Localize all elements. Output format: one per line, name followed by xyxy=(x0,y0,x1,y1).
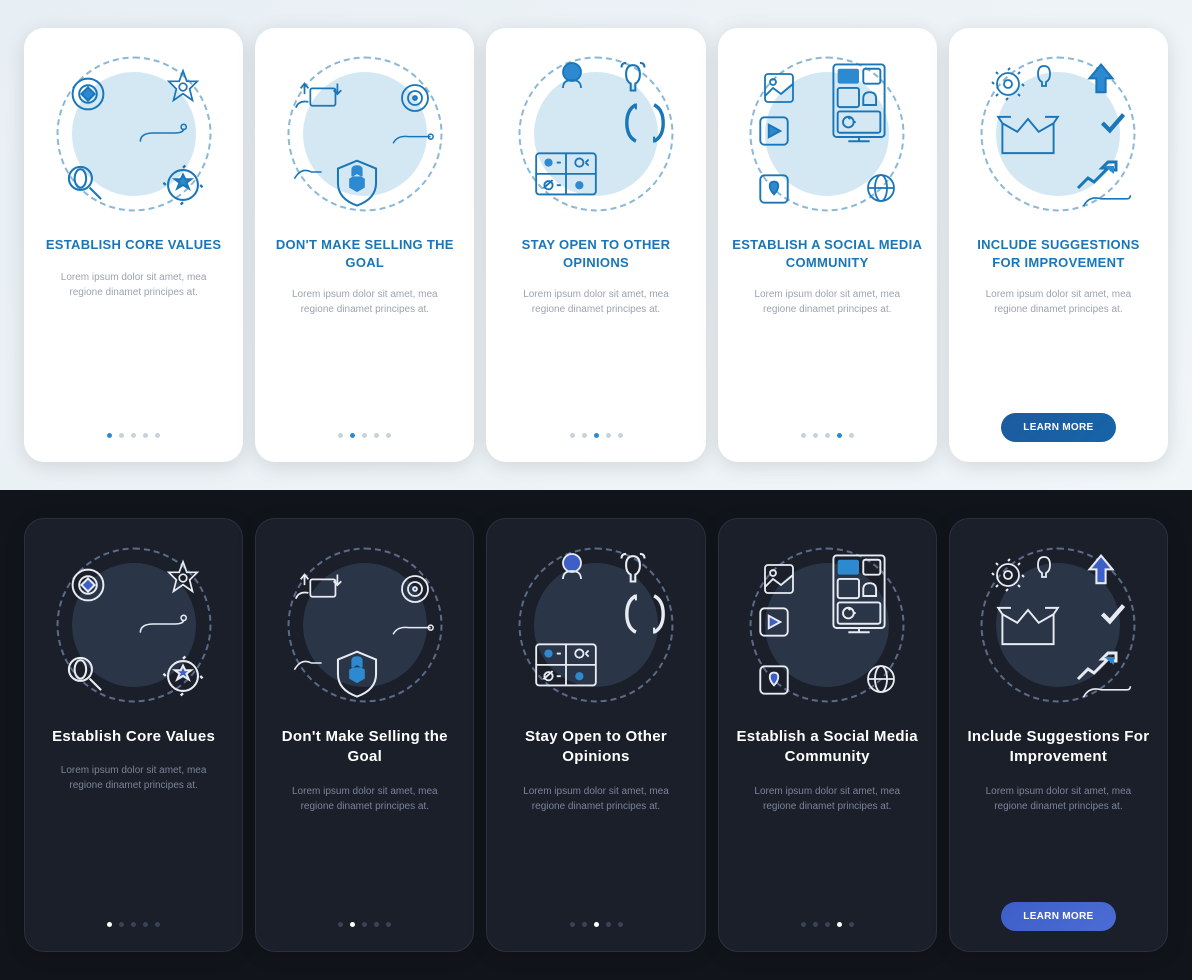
page-dots xyxy=(801,922,854,927)
illustration xyxy=(747,545,907,705)
dot[interactable] xyxy=(825,433,830,438)
dot[interactable] xyxy=(350,433,355,438)
card-body: Lorem ipsum dolor sit amet, mea regione … xyxy=(501,784,690,814)
dot[interactable] xyxy=(107,922,112,927)
dot[interactable] xyxy=(801,922,806,927)
dot[interactable] xyxy=(143,433,148,438)
card-body: Lorem ipsum dolor sit amet, mea regione … xyxy=(500,287,691,317)
onboarding-card: Establish a Social Media Community Lorem… xyxy=(718,518,937,952)
dot[interactable] xyxy=(582,922,587,927)
dot[interactable] xyxy=(386,433,391,438)
dark-theme-row: Establish Core Values Lorem ipsum dolor … xyxy=(0,490,1192,980)
dot[interactable] xyxy=(362,433,367,438)
illustration xyxy=(516,54,676,214)
card-title: Establish Core Values xyxy=(52,727,215,747)
card-body: Lorem ipsum dolor sit amet, mea regione … xyxy=(732,287,923,317)
dot[interactable] xyxy=(338,433,343,438)
dot[interactable] xyxy=(825,922,830,927)
dot[interactable] xyxy=(849,433,854,438)
card-body: Lorem ipsum dolor sit amet, mea regione … xyxy=(964,784,1153,814)
illustration xyxy=(285,545,445,705)
light-theme-row: ESTABLISH CORE VALUES Lorem ipsum dolor … xyxy=(0,0,1192,490)
dot[interactable] xyxy=(606,922,611,927)
dot[interactable] xyxy=(618,922,623,927)
dot[interactable] xyxy=(837,433,842,438)
page-dots xyxy=(107,433,160,438)
onboarding-card: DON'T MAKE SELLING THE GOAL Lorem ipsum … xyxy=(255,28,474,462)
card-body: Lorem ipsum dolor sit amet, mea regione … xyxy=(39,763,228,793)
dot[interactable] xyxy=(837,922,842,927)
dot[interactable] xyxy=(374,433,379,438)
onboarding-card: Include Suggestions For Improvement Lore… xyxy=(949,518,1168,952)
dot[interactable] xyxy=(143,922,148,927)
card-title: INCLUDE SUGGESTIONS FOR IMPROVEMENT xyxy=(963,236,1154,271)
onboarding-card: Establish Core Values Lorem ipsum dolor … xyxy=(24,518,243,952)
dot[interactable] xyxy=(131,433,136,438)
dot[interactable] xyxy=(155,922,160,927)
onboarding-card: ESTABLISH A SOCIAL MEDIA COMMUNITY Lorem… xyxy=(718,28,937,462)
onboarding-card: Don't Make Selling the Goal Lorem ipsum … xyxy=(255,518,474,952)
card-title: STAY OPEN TO OTHER OPINIONS xyxy=(500,236,691,271)
illustration xyxy=(285,54,445,214)
learn-more-button[interactable]: LEARN MORE xyxy=(1001,902,1115,931)
page-dots xyxy=(570,922,623,927)
dot[interactable] xyxy=(606,433,611,438)
onboarding-card: ESTABLISH CORE VALUES Lorem ipsum dolor … xyxy=(24,28,243,462)
dot[interactable] xyxy=(570,433,575,438)
page-dots xyxy=(338,433,391,438)
card-body: Lorem ipsum dolor sit amet, mea regione … xyxy=(269,287,460,317)
dot[interactable] xyxy=(594,922,599,927)
card-body: Lorem ipsum dolor sit amet, mea regione … xyxy=(270,784,459,814)
illustration xyxy=(54,545,214,705)
dot[interactable] xyxy=(594,433,599,438)
dot[interactable] xyxy=(155,433,160,438)
illustration xyxy=(54,54,214,214)
dot[interactable] xyxy=(131,922,136,927)
dot[interactable] xyxy=(119,922,124,927)
page-dots xyxy=(107,922,160,927)
page-dots xyxy=(338,922,391,927)
illustration xyxy=(978,545,1138,705)
dot[interactable] xyxy=(849,922,854,927)
dot[interactable] xyxy=(386,922,391,927)
illustration xyxy=(978,54,1138,214)
dot[interactable] xyxy=(362,922,367,927)
card-title: Don't Make Selling the Goal xyxy=(270,727,459,768)
learn-more-button[interactable]: LEARN MORE xyxy=(1001,413,1115,442)
dot[interactable] xyxy=(119,433,124,438)
illustration xyxy=(747,54,907,214)
card-body: Lorem ipsum dolor sit amet, mea regione … xyxy=(38,270,229,300)
dot[interactable] xyxy=(813,922,818,927)
dot[interactable] xyxy=(374,922,379,927)
dot[interactable] xyxy=(618,433,623,438)
dot[interactable] xyxy=(582,433,587,438)
illustration xyxy=(516,545,676,705)
page-dots xyxy=(570,433,623,438)
card-title: DON'T MAKE SELLING THE GOAL xyxy=(269,236,460,271)
onboarding-card: Stay Open to Other Opinions Lorem ipsum … xyxy=(486,518,705,952)
dot[interactable] xyxy=(570,922,575,927)
onboarding-card: INCLUDE SUGGESTIONS FOR IMPROVEMENT Lore… xyxy=(949,28,1168,462)
card-title: Stay Open to Other Opinions xyxy=(501,727,690,768)
dot[interactable] xyxy=(107,433,112,438)
dot[interactable] xyxy=(813,433,818,438)
dot[interactable] xyxy=(801,433,806,438)
onboarding-card: STAY OPEN TO OTHER OPINIONS Lorem ipsum … xyxy=(486,28,705,462)
card-title: Include Suggestions For Improvement xyxy=(964,727,1153,768)
page-dots xyxy=(801,433,854,438)
card-title: ESTABLISH CORE VALUES xyxy=(46,236,222,254)
dot[interactable] xyxy=(350,922,355,927)
card-title: ESTABLISH A SOCIAL MEDIA COMMUNITY xyxy=(732,236,923,271)
card-body: Lorem ipsum dolor sit amet, mea regione … xyxy=(963,287,1154,317)
card-title: Establish a Social Media Community xyxy=(733,727,922,768)
card-body: Lorem ipsum dolor sit amet, mea regione … xyxy=(733,784,922,814)
dot[interactable] xyxy=(338,922,343,927)
